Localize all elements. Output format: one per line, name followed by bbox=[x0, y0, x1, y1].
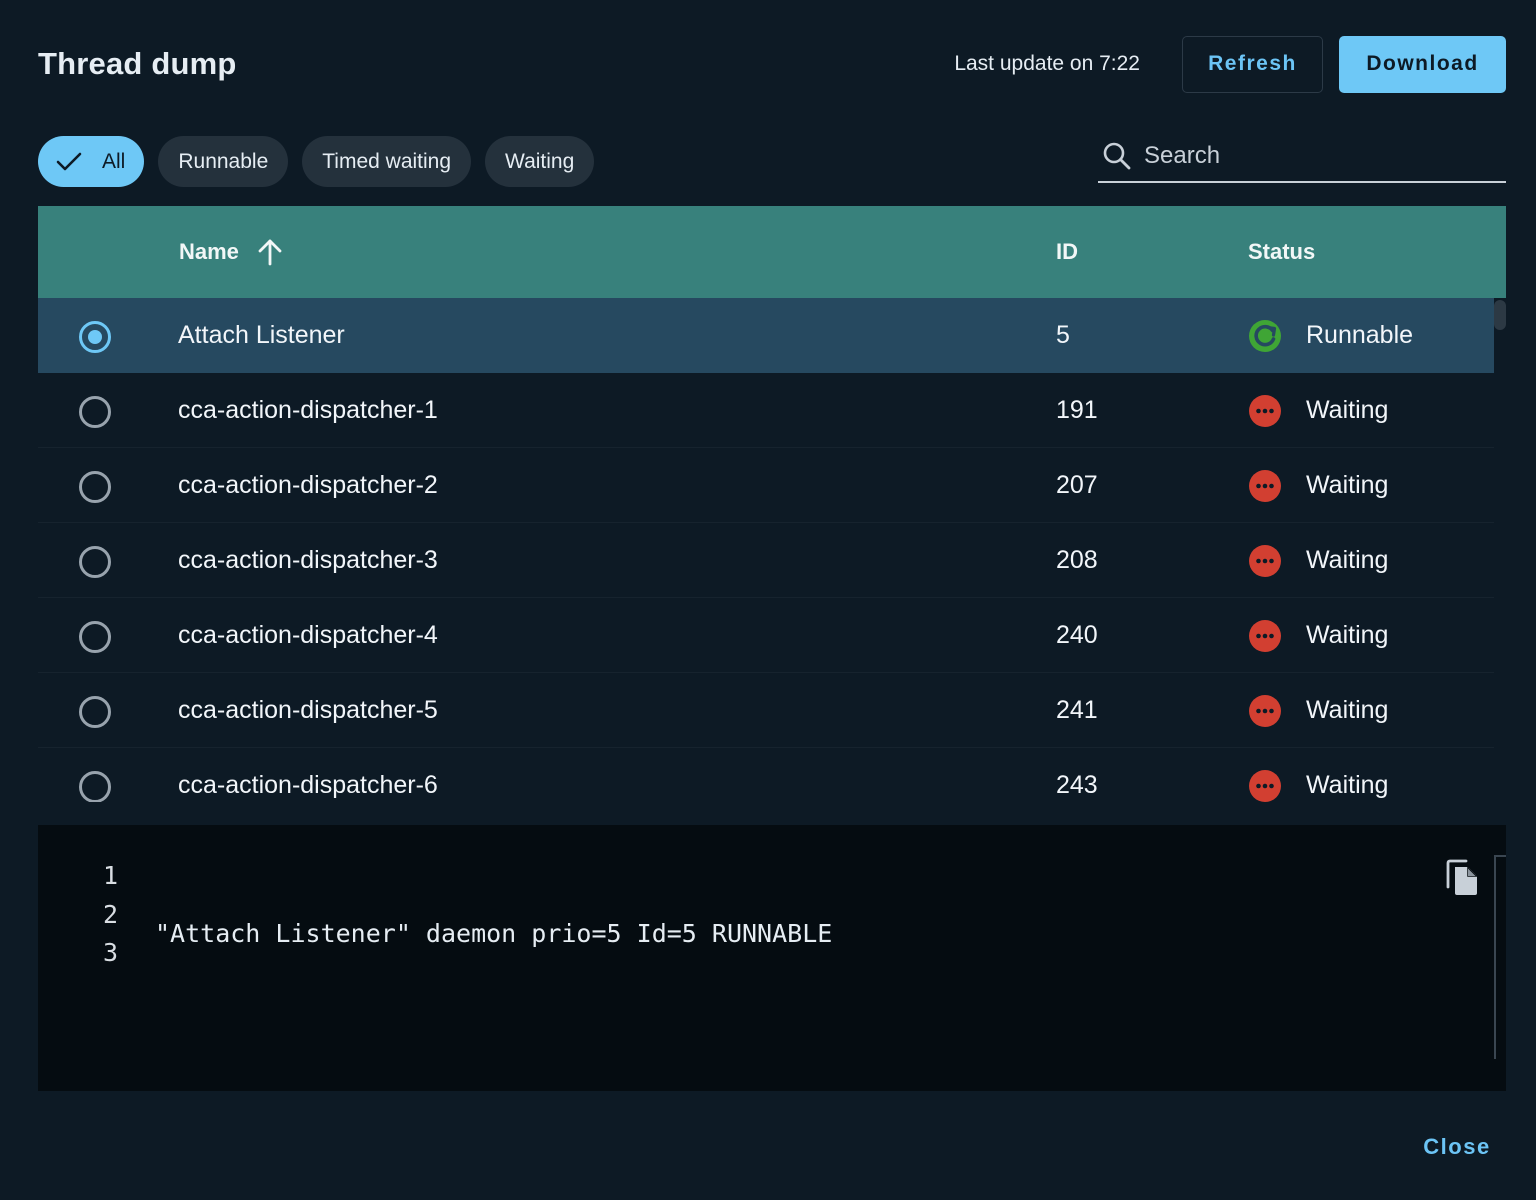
thread-status-label: Waiting bbox=[1306, 696, 1389, 724]
row-radio-button[interactable] bbox=[79, 321, 111, 353]
last-update-text: Last update on 7:22 bbox=[954, 52, 1140, 75]
thread-status: Waiting bbox=[1248, 523, 1388, 598]
table-row[interactable]: cca-action-dispatcher-6 243 Waiting bbox=[38, 748, 1494, 802]
row-radio-button[interactable] bbox=[79, 471, 111, 503]
table-row[interactable]: cca-action-dispatcher-3 208 Waiting bbox=[38, 523, 1494, 598]
column-header-status[interactable]: Status bbox=[1248, 206, 1315, 298]
row-radio-button[interactable] bbox=[79, 771, 111, 802]
waiting-status-icon bbox=[1249, 544, 1281, 577]
table-scrollbar[interactable] bbox=[1494, 300, 1506, 330]
thread-name: cca-action-dispatcher-4 bbox=[178, 621, 438, 649]
thread-id: 208 bbox=[1056, 546, 1098, 574]
thread-id: 5 bbox=[1056, 321, 1070, 349]
table-row[interactable]: cca-action-dispatcher-2 207 Waiting bbox=[38, 448, 1494, 523]
status-filter-chips: All Runnable Timed waiting Waiting bbox=[38, 136, 595, 187]
filter-chip-label: All bbox=[102, 149, 126, 173]
thread-status-label: Waiting bbox=[1306, 546, 1389, 574]
waiting-status-icon bbox=[1249, 469, 1281, 502]
thread-status: Waiting bbox=[1248, 673, 1388, 748]
threads-table: Name ID Status Attach Listener 5 Runnabl… bbox=[38, 206, 1506, 802]
search-field bbox=[1098, 130, 1506, 183]
thread-name: Attach Listener bbox=[178, 321, 345, 349]
table-row[interactable]: cca-action-dispatcher-5 241 Waiting bbox=[38, 673, 1494, 748]
search-icon bbox=[1103, 142, 1131, 169]
column-header-label: ID bbox=[1056, 239, 1078, 264]
runnable-status-icon bbox=[1249, 319, 1281, 352]
filter-chip-timed-waiting[interactable]: Timed waiting bbox=[302, 136, 472, 187]
thread-status: Waiting bbox=[1248, 373, 1388, 448]
thread-stack-viewer: 1 2 3 "Attach Listener" daemon prio=5 Id… bbox=[38, 825, 1506, 1091]
dialog-title: Thread dump bbox=[38, 46, 237, 81]
dialog-header: Thread dump Last update on 7:22 Refresh … bbox=[38, 34, 1506, 94]
row-radio-button[interactable] bbox=[79, 546, 111, 578]
filter-chip-label: Waiting bbox=[505, 149, 575, 173]
thread-id: 241 bbox=[1056, 696, 1098, 724]
thread-status-label: Waiting bbox=[1306, 771, 1389, 799]
thread-id: 240 bbox=[1056, 621, 1098, 649]
table-body: Attach Listener 5 Runnable cca-action-di… bbox=[38, 298, 1494, 802]
table-row[interactable]: Attach Listener 5 Runnable bbox=[38, 298, 1494, 373]
thread-dump-dialog: Thread dump Last update on 7:22 Refresh … bbox=[0, 0, 1536, 1200]
column-header-id[interactable]: ID bbox=[1056, 206, 1078, 298]
row-radio-button[interactable] bbox=[79, 396, 111, 428]
line-number: 3 bbox=[102, 938, 118, 967]
thread-status: Waiting bbox=[1248, 748, 1388, 802]
thread-id: 243 bbox=[1056, 771, 1098, 799]
row-radio-button[interactable] bbox=[79, 696, 111, 728]
thread-status: Runnable bbox=[1248, 298, 1413, 373]
thread-name: cca-action-dispatcher-3 bbox=[178, 546, 438, 574]
table-row[interactable]: cca-action-dispatcher-1 191 Waiting bbox=[38, 373, 1494, 448]
waiting-status-icon bbox=[1249, 394, 1281, 427]
table-header-row: Name ID Status bbox=[38, 206, 1506, 298]
thread-status-label: Runnable bbox=[1306, 321, 1414, 349]
thread-name: cca-action-dispatcher-2 bbox=[178, 471, 438, 499]
thread-status: Waiting bbox=[1248, 598, 1388, 673]
filter-chip-all[interactable]: All bbox=[38, 136, 145, 187]
filter-chip-label: Timed waiting bbox=[322, 149, 452, 173]
filter-chip-waiting[interactable]: Waiting bbox=[485, 136, 595, 187]
thread-status: Waiting bbox=[1248, 448, 1388, 523]
thread-id: 191 bbox=[1056, 396, 1098, 424]
row-radio-button[interactable] bbox=[79, 621, 111, 653]
waiting-status-icon bbox=[1249, 694, 1281, 727]
column-header-label: Name bbox=[179, 239, 239, 264]
thread-name: cca-action-dispatcher-6 bbox=[178, 771, 438, 799]
thread-status-label: Waiting bbox=[1306, 471, 1389, 499]
line-number: 1 bbox=[102, 861, 118, 890]
column-header-name[interactable]: Name bbox=[179, 206, 285, 298]
thread-status-label: Waiting bbox=[1306, 396, 1389, 424]
filter-chip-runnable[interactable]: Runnable bbox=[158, 136, 289, 187]
download-button[interactable]: Download bbox=[1339, 35, 1506, 93]
copy-icon[interactable] bbox=[1444, 859, 1482, 897]
table-row[interactable]: cca-action-dispatcher-4 240 Waiting bbox=[38, 598, 1494, 673]
thread-name: cca-action-dispatcher-5 bbox=[178, 696, 438, 724]
checkmark-icon bbox=[56, 152, 82, 170]
code-line: "Attach Listener" daemon prio=5 Id=5 RUN… bbox=[155, 919, 833, 948]
search-input[interactable] bbox=[1144, 141, 1484, 170]
thread-name: cca-action-dispatcher-1 bbox=[178, 396, 438, 424]
waiting-status-icon bbox=[1249, 769, 1281, 802]
arrow-up-icon bbox=[258, 239, 282, 266]
waiting-status-icon bbox=[1249, 619, 1281, 652]
filter-chip-label: Runnable bbox=[178, 149, 269, 173]
line-number: 2 bbox=[102, 899, 118, 929]
code-scrollbar[interactable] bbox=[1494, 855, 1496, 1059]
thread-status-label: Waiting bbox=[1306, 621, 1389, 649]
close-button[interactable]: Close bbox=[1408, 1128, 1506, 1166]
line-number-gutter: 1 2 3 bbox=[38, 861, 118, 977]
column-header-label: Status bbox=[1248, 239, 1316, 264]
code-content: "Attach Listener" daemon prio=5 Id=5 RUN… bbox=[155, 861, 832, 1200]
refresh-button[interactable]: Refresh bbox=[1182, 35, 1323, 93]
thread-id: 207 bbox=[1056, 471, 1098, 499]
